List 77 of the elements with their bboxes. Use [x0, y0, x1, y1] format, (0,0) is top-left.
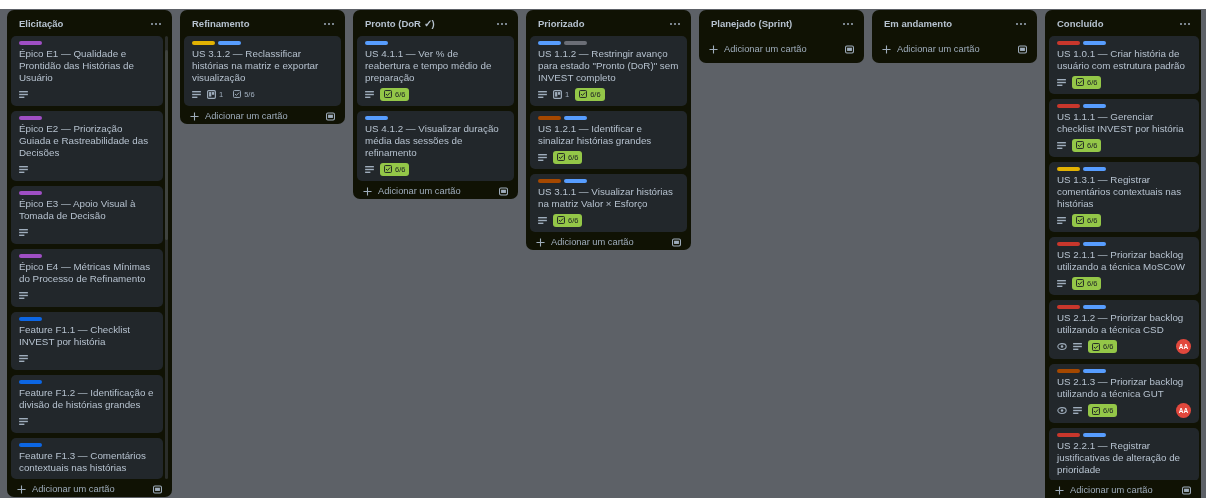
list-title[interactable]: Elicitação [19, 18, 64, 29]
checklist-icon [1076, 78, 1084, 86]
card-title: US 2.1.2 — Priorizar backlog utilizando a técnica CSD [1057, 312, 1185, 336]
checklist-icon [1076, 216, 1084, 224]
card-title: US 3.1.1 — Visualizar histórias na matriz Valor × Esforço [538, 186, 674, 210]
card-title: Feature F1.1 — Checklist INVEST por história [19, 324, 132, 348]
scrollbar[interactable] [165, 36, 168, 479]
card-title: Épico E4 — Métricas Mínimas do Processo de Refinamento [19, 261, 152, 285]
card-title: Épico E3 — Apoio Visual à Tomada de Decisão [19, 198, 137, 222]
more-menu-icon[interactable] [1015, 21, 1027, 26]
list-title[interactable]: Concluído [1057, 18, 1104, 29]
add-card-button[interactable]: Adicionar um cartão [707, 42, 809, 56]
plus-icon [536, 237, 545, 247]
more-menu-icon[interactable] [842, 21, 854, 26]
add-card-button[interactable]: Adicionar um cartão [534, 235, 636, 249]
template-icon[interactable] [672, 237, 681, 247]
card-title: US 1.3.1 — Registrar comentários contextuais nas histórias [1057, 174, 1183, 210]
card-title: US 3.1.2 — Reclassificar histórias na matriz e exportar visualização [192, 48, 320, 84]
card[interactable]: Épico E4 — Métricas Mínimas do Processo de Refinamento [11, 249, 163, 307]
card-title: Épico E1 — Qualidade e Prontidão das Histórias de Usuário [19, 48, 135, 84]
more-menu-icon[interactable] [1179, 21, 1191, 26]
add-card-button[interactable]: Adicionar um cartão [880, 42, 982, 56]
add-card-button[interactable]: Adicionar um cartão [15, 482, 117, 496]
card-title: US 2.1.3 — Priorizar backlog utilizando a técnica GUT [1057, 376, 1185, 400]
more-menu-icon[interactable] [669, 21, 681, 26]
card[interactable]: Feature F1.3 — Comentários contextuais nas histórias [11, 438, 163, 479]
list-title[interactable]: Refinamento [192, 18, 250, 29]
plus-icon [1055, 485, 1064, 495]
plus-icon [17, 484, 26, 494]
more-menu-icon[interactable] [150, 21, 162, 26]
list-title[interactable]: Planejado (Sprint) [711, 18, 793, 29]
checklist-icon [1076, 141, 1084, 149]
checklist-icon [1076, 279, 1084, 287]
add-card-button[interactable]: Adicionar um cartão [361, 184, 463, 198]
template-icon[interactable] [326, 111, 335, 121]
checklist-icon [1092, 406, 1100, 415]
template-icon[interactable] [1018, 44, 1027, 54]
card[interactable]: US 2.2.1 — Registrar justificativas de alteração de prioridade [1049, 428, 1199, 480]
list-title[interactable]: Em andamento [884, 18, 953, 29]
checklist-icon [384, 90, 392, 98]
list-title[interactable]: Pronto (DoR ✓) [365, 18, 435, 29]
plus-icon [363, 186, 372, 196]
checklist-icon [579, 90, 588, 98]
card-title: Feature F1.2 — Identificação e divisão de histórias grandes [19, 387, 155, 411]
template-icon[interactable] [499, 186, 508, 196]
card-title: US 1.1.2 — Restringir avanço para estado "Pronto (DoR)" sem INVEST completo [538, 48, 679, 84]
card-title: US 4.1.1 — Ver % de reabertura e tempo médio de preparação [365, 48, 493, 84]
card-title: US 1.1.1 — Gerenciar checklist INVEST por história [1057, 111, 1185, 135]
card-title: US 1.0.1 — Criar história de usuário com estrutura padrão [1057, 48, 1186, 72]
template-icon[interactable] [153, 484, 162, 494]
card[interactable]: Épico E2 — Priorização Guiada e Rastreabilidade das Decisões [11, 111, 163, 181]
card-title: US 2.2.1 — Registrar justificativas de alteração de prioridade [1057, 440, 1182, 476]
card[interactable]: Feature F1.1 — Checklist INVEST por história [11, 312, 163, 370]
template-icon[interactable] [845, 44, 854, 54]
checklist-icon [1092, 342, 1100, 351]
more-menu-icon[interactable] [496, 21, 508, 26]
checklist-icon [557, 216, 565, 224]
plus-icon [709, 44, 718, 54]
plus-icon [190, 111, 199, 121]
card-title: US 2.1.1 — Priorizar backlog utilizando a técnica MoSCoW [1057, 249, 1186, 273]
card[interactable]: Feature F1.2 — Identificação e divisão de histórias grandes [11, 375, 163, 433]
card[interactable]: Épico E1 — Qualidade e Prontidão das Histórias de Usuário [11, 36, 163, 106]
attachment-icon [207, 89, 216, 99]
card-title: Épico E2 — Priorização Guiada e Rastreabilidade das Decisões [19, 123, 150, 159]
checklist-icon [384, 165, 392, 173]
template-icon[interactable] [1182, 485, 1191, 495]
checklist-icon [557, 153, 565, 161]
attachment-icon [553, 89, 562, 99]
add-card-button[interactable]: Adicionar um cartão [188, 109, 290, 123]
more-menu-icon[interactable] [323, 21, 335, 26]
list-title[interactable]: Priorizado [538, 18, 585, 29]
card-title: US 4.1.2 — Visualizar duração média das sessões de refinamento [365, 123, 500, 159]
card[interactable]: Épico E3 — Apoio Visual à Tomada de Decisão [11, 186, 163, 244]
card-title: US 1.2.1 — Identificar e sinalizar histórias grandes [538, 123, 653, 147]
plus-icon [882, 44, 891, 54]
card-title: Feature F1.3 — Comentários contextuais nas histórias [19, 450, 147, 474]
add-card-button[interactable]: Adicionar um cartão [1053, 483, 1155, 497]
